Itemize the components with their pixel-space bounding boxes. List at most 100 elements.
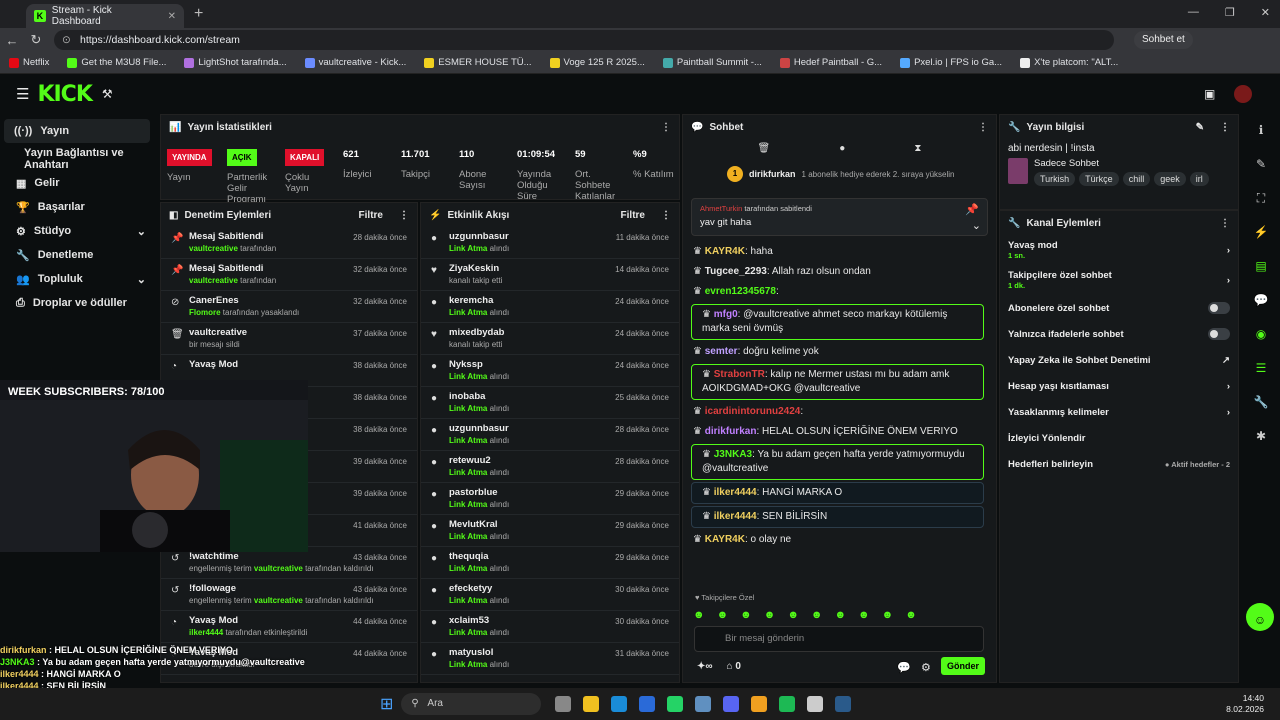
close-tab-icon[interactable]: ✕ — [168, 11, 176, 22]
chat-username[interactable]: ilker4444 — [714, 511, 757, 522]
more-menu-icon[interactable]: ⋮ — [978, 122, 988, 133]
chat-username[interactable]: dirikfurkan — [705, 426, 757, 437]
emote-icon[interactable]: ☻ — [834, 609, 846, 621]
emote-icon[interactable]: ☻ — [858, 609, 870, 621]
more-menu-icon[interactable]: ⋮ — [1220, 218, 1230, 229]
emote-icon[interactable]: ☻ — [811, 609, 823, 621]
crop-icon[interactable]: ⛶ — [1242, 181, 1280, 215]
filter-button[interactable]: Filtre — [359, 210, 383, 221]
nodes-icon[interactable]: ✱ — [1242, 419, 1280, 453]
list-icon[interactable]: ☰ — [1242, 351, 1280, 385]
spotify-icon[interactable] — [779, 696, 796, 712]
sidebar-item-stream-key[interactable]: Yayın Bağlantısı ve Anahtarı — [0, 147, 158, 171]
emote-icon[interactable]: ☻ — [740, 609, 752, 621]
chat-message[interactable]: ♛ icardinintorunu2424: — [683, 402, 996, 422]
channel-action-item[interactable]: Yapay Zeka ile Sohbet Denetimi ↗ — [1000, 347, 1238, 373]
tools-icon[interactable]: 🔧 — [1242, 385, 1280, 419]
chat-username[interactable]: ilker4444 — [714, 487, 757, 498]
maximize-icon[interactable]: ❐ — [1225, 6, 1235, 19]
broadcast-icon[interactable]: ◉ — [1242, 317, 1280, 351]
chat-message[interactable]: ♛ ilker4444: SEN BİLİRSİN — [691, 506, 984, 528]
taskbar-clock[interactable]: 14:40 8.02.2026 — [1226, 693, 1264, 715]
chat-settings-icon[interactable]: 💬 — [897, 661, 911, 674]
sidebar-item-droplar[interactable]: ⎙ Droplar ve ödüller — [0, 291, 158, 315]
feed-row[interactable]: ● xclaim53 Link Atma alındı 30 dakika önce — [421, 611, 679, 643]
bookmark-item[interactable]: Netflix — [0, 57, 58, 68]
back-icon[interactable]: ← — [0, 33, 24, 48]
sidebar-item-studyo[interactable]: ⚙ Stüdyo ⌄ — [0, 219, 158, 243]
close-window-icon[interactable]: ✕ — [1261, 6, 1270, 19]
chat-username[interactable]: J3NKA3 — [714, 449, 752, 460]
emote-icon[interactable]: ☻ — [717, 609, 729, 621]
category-name[interactable]: Sadece Sohbet — [1034, 158, 1209, 169]
channel-action-item[interactable]: Yasaklanmış kelimeler › — [1000, 399, 1238, 425]
sidebar-item-yayin[interactable]: ((·)) Yayın — [4, 119, 150, 143]
emote-icon[interactable]: ☻ — [787, 609, 799, 621]
feed-row[interactable]: ⊘ CanerEnes Flomore tarafından yasaklandı 3… — [161, 291, 417, 323]
discord-icon[interactable] — [723, 696, 740, 712]
more-menu-icon[interactable]: ⋮ — [661, 210, 671, 221]
task-view-icon[interactable] — [555, 696, 572, 712]
gift-username[interactable]: dirikfurkan — [749, 169, 796, 179]
bookmark-item[interactable]: Hedef Paintball - G... — [771, 57, 891, 68]
feed-row[interactable]: ● pastorblue Link Atma alındı 29 dakika önc… — [421, 483, 679, 515]
sidebar-item-gelir[interactable]: ▦ Gelir — [0, 171, 158, 195]
send-button[interactable]: Gönder — [941, 657, 985, 675]
taskbar-search[interactable]: Ara — [401, 693, 542, 715]
pin-icon[interactable]: ⚒ — [102, 87, 113, 101]
chat-message[interactable]: ♛ mfg0: @vaultcreative ahmet seco markay… — [691, 304, 984, 340]
gear-icon[interactable]: ⚙ — [921, 661, 931, 674]
feed-row[interactable]: ● uzgunnbasur Link Atma alındı 28 dakika ön… — [421, 419, 679, 451]
app-icon[interactable] — [695, 696, 712, 712]
bookmark-item[interactable]: ESMER HOUSE TÜ... — [415, 57, 540, 68]
feed-row[interactable]: ● keremcha Link Atma alındı 24 dakika önce — [421, 291, 679, 323]
chat-message[interactable]: ♛ J3NKA3: Ya bu adam geçen hafta yerde y… — [691, 444, 984, 480]
app-icon[interactable] — [751, 696, 768, 712]
chat-message[interactable]: ♛ ilker4444: HANGİ MARKA O — [691, 482, 984, 504]
steam-icon[interactable] — [835, 696, 852, 712]
whatsapp-icon[interactable] — [667, 696, 684, 712]
channel-action-item[interactable]: Takipçilere özel sohbet 1 dk. › — [1000, 265, 1238, 295]
feed-row[interactable]: ● Nykssp Link Atma alındı 24 dakika önce — [421, 355, 679, 387]
trash-icon[interactable]: 🗑 — [758, 143, 771, 154]
tab-kick-dashboard[interactable]: K Stream - Kick Dashboard ✕ — [26, 4, 184, 28]
file-explorer-icon[interactable] — [583, 696, 600, 712]
outlook-icon[interactable] — [639, 696, 656, 712]
tag-chip[interactable]: Turkish — [1034, 172, 1076, 186]
toggle-switch[interactable] — [1208, 328, 1230, 340]
more-menu-icon[interactable]: ⋮ — [1220, 122, 1230, 133]
feed-row[interactable]: ● MevlutKral Link Atma alındı 29 dakika önc… — [421, 515, 679, 547]
help-chat-icon[interactable]: ☺ — [1246, 603, 1274, 631]
pin-icon[interactable]: 📌 — [965, 203, 979, 216]
bookmark-item[interactable]: vaultcreative - Kick... — [296, 57, 416, 68]
avatar[interactable] — [1234, 85, 1252, 103]
channel-action-item[interactable]: Abonelere özel sohbet — [1000, 295, 1238, 321]
tag-chip[interactable]: geek — [1154, 172, 1186, 186]
emote-icon[interactable]: ☻ — [693, 609, 705, 621]
hourglass-icon[interactable]: ⧗ — [914, 143, 921, 154]
pinned-message[interactable]: AhmetTurkin tarafından sabitlendi yav gi… — [691, 198, 988, 236]
emote-icon[interactable]: ☻ — [882, 609, 894, 621]
chat-bubble-icon[interactable]: ● — [839, 143, 845, 154]
feed-row[interactable]: ● matyuslol Link Atma alındı 31 dakika önce — [421, 643, 679, 675]
filter-button[interactable]: Filtre — [621, 210, 645, 221]
feed-row[interactable]: 🗑 vaultcreative bir mesajı sildi 37 dakika … — [161, 323, 417, 355]
chat-message[interactable]: ♛ semter: doğru kelime yok — [683, 342, 996, 362]
sidebar-item-denetleme[interactable]: 🔧 Denetleme — [0, 243, 158, 267]
tag-chip[interactable]: Türkçe — [1079, 172, 1119, 186]
bookmark-item[interactable]: Voge 125 R 2025... — [541, 57, 654, 68]
edit-icon[interactable]: ✎ — [1242, 147, 1280, 181]
bookmark-item[interactable]: X'te platcom: "ALT... — [1011, 57, 1127, 68]
feed-row[interactable]: ● uzgunnbasur Link Atma alındı 11 dakika ön… — [421, 227, 679, 259]
channel-action-item[interactable]: Yalnızca ifadelerle sohbet — [1000, 321, 1238, 347]
windows-start-icon[interactable]: ⊞ — [380, 694, 393, 714]
chat-username[interactable]: semter — [705, 346, 738, 357]
kick-logo[interactable]: KICK — [37, 82, 92, 107]
chat-username[interactable]: KAYR4K — [705, 534, 745, 545]
chat-username[interactable]: Tugcee_2293 — [705, 266, 767, 277]
chat-input[interactable]: Bir mesaj gönderin — [694, 626, 984, 652]
infinity-icon[interactable]: ✦∞ — [697, 661, 713, 672]
sidebar-item-basarilar[interactable]: 🏆 Başarılar — [0, 195, 158, 219]
feed-row[interactable]: ● inobaba Link Atma alındı 25 dakika önce — [421, 387, 679, 419]
channel-action-item[interactable]: Hedefleri belirleyin ● Aktif hedefler - 2 — [1000, 451, 1238, 477]
